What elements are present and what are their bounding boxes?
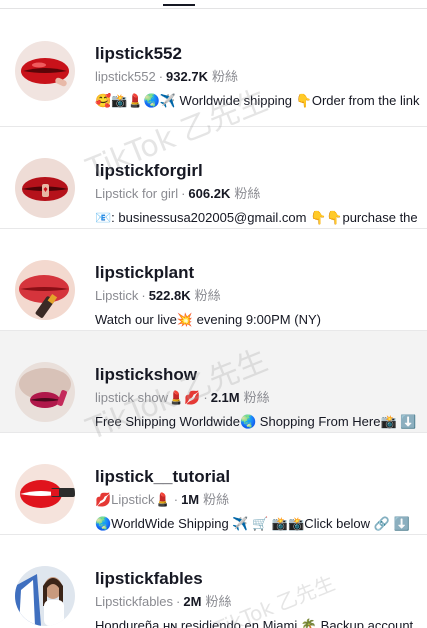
- user-info: lipstick552 lipstick552 · 932.7K 粉絲 🥰📸💄🌏✈️ …: [95, 44, 427, 110]
- bio: Watch our live💥 evening 9:00PM (NY): [95, 312, 321, 327]
- separator-dot: ·: [203, 390, 208, 405]
- username[interactable]: lipstickplant: [95, 263, 427, 285]
- user-meta: 💋Lipstick💄 · 1M 粉絲: [95, 491, 427, 509]
- user-result-row[interactable]: lipstick__tutorial 💋Lipstick💄 · 1M 粉絲 🌏Worl…: [0, 433, 427, 535]
- bio: 🥰📸💄🌏✈️ Worldwide shipping 👇Order from th…: [95, 93, 420, 108]
- nickname: Lipstickfables: [95, 594, 174, 609]
- user-info: lipstickfables Lipstickfables · 2M 粉絲 Hondu…: [95, 569, 427, 628]
- user-info: lipstickforgirl Lipstick for girl · 606.2K…: [95, 161, 427, 227]
- user-result-row[interactable]: lipstickfables Lipstickfables · 2M 粉絲 Hondu…: [0, 535, 427, 628]
- user-result-row[interactable]: lipstickplant Lipstick · 522.8K 粉絲 Watch ou…: [0, 229, 427, 331]
- user-result-row[interactable]: lipstick552 lipstick552 · 932.7K 粉絲 🥰📸💄🌏✈️ …: [0, 9, 427, 127]
- follower-count: 1M: [181, 492, 200, 507]
- nickname: lipstick552: [95, 69, 156, 84]
- avatar[interactable]: [15, 158, 75, 218]
- username[interactable]: lipstickshow: [95, 365, 427, 387]
- user-meta: Lipstick · 522.8K 粉絲: [95, 287, 427, 305]
- separator-dot: ·: [176, 594, 181, 609]
- nickname: Lipstick for girl: [95, 186, 179, 201]
- avatar[interactable]: [15, 260, 75, 320]
- username[interactable]: lipstickfables: [95, 569, 427, 591]
- fans-label: 粉絲: [211, 69, 238, 84]
- bio: Free Shipping Worldwide🌏 Shopping From H…: [95, 414, 417, 429]
- username[interactable]: lipstickforgirl: [95, 161, 427, 183]
- bio: Hondureña ʜɴ residiendo en Miami 🌴 Backu…: [95, 618, 414, 628]
- user-meta: lipstick show💄💋 · 2.1M 粉絲: [95, 389, 427, 407]
- follower-count: 932.7K: [166, 69, 208, 84]
- follower-count: 522.8K: [148, 288, 191, 303]
- separator-dot: ·: [181, 186, 186, 201]
- user-result-row[interactable]: lipstickshow lipstick show💄💋 · 2.1M 粉絲 Free…: [0, 331, 427, 433]
- fans-label: 粉絲: [243, 390, 270, 405]
- avatar[interactable]: [15, 362, 75, 422]
- follower-count: 606.2K: [188, 186, 231, 201]
- fans-label: 粉絲: [203, 492, 230, 507]
- avatar[interactable]: [15, 464, 75, 524]
- user-meta: Lipstick for girl · 606.2K 粉絲: [95, 185, 427, 203]
- user-info: lipstickshow lipstick show💄💋 · 2.1M 粉絲 Free…: [95, 365, 427, 431]
- nickname: 💋Lipstick💄: [95, 492, 171, 507]
- active-tab-indicator: [163, 4, 195, 6]
- separator-dot: ·: [173, 492, 179, 507]
- nickname: lipstick show💄💋: [95, 390, 201, 405]
- avatar[interactable]: [15, 566, 75, 626]
- bio: 🌏WorldWide Shipping ✈️ 🛒 📸📸Click below 🔗…: [95, 516, 410, 531]
- avatar[interactable]: [15, 41, 75, 101]
- username[interactable]: lipstick552: [95, 44, 427, 66]
- fans-label: 粉絲: [205, 594, 232, 609]
- user-meta: lipstick552 · 932.7K 粉絲: [95, 68, 427, 86]
- search-results-page: lipstick552 lipstick552 · 932.7K 粉絲 🥰📸💄🌏✈️ …: [0, 0, 427, 628]
- follower-count: 2M: [183, 594, 202, 609]
- bio: 📧: businessusa202005@gmail.com 👇👇purchas…: [95, 210, 418, 225]
- user-result-row[interactable]: lipstickforgirl Lipstick for girl · 606.2K…: [0, 127, 427, 229]
- user-info: lipstick__tutorial 💋Lipstick💄 · 1M 粉絲 🌏Worl…: [95, 467, 427, 533]
- user-meta: Lipstickfables · 2M 粉絲: [95, 593, 427, 611]
- username[interactable]: lipstick__tutorial: [95, 467, 427, 489]
- fans-label: 粉絲: [194, 288, 221, 303]
- user-results-list: lipstick552 lipstick552 · 932.7K 粉絲 🥰📸💄🌏✈️ …: [0, 9, 427, 628]
- nickname: Lipstick: [95, 288, 139, 303]
- separator-dot: ·: [158, 69, 164, 84]
- user-info: lipstickplant Lipstick · 522.8K 粉絲 Watch ou…: [95, 263, 427, 329]
- fans-label: 粉絲: [234, 186, 261, 201]
- separator-dot: ·: [141, 288, 146, 303]
- tab-bar: [0, 0, 427, 9]
- follower-count: 2.1M: [210, 390, 240, 405]
